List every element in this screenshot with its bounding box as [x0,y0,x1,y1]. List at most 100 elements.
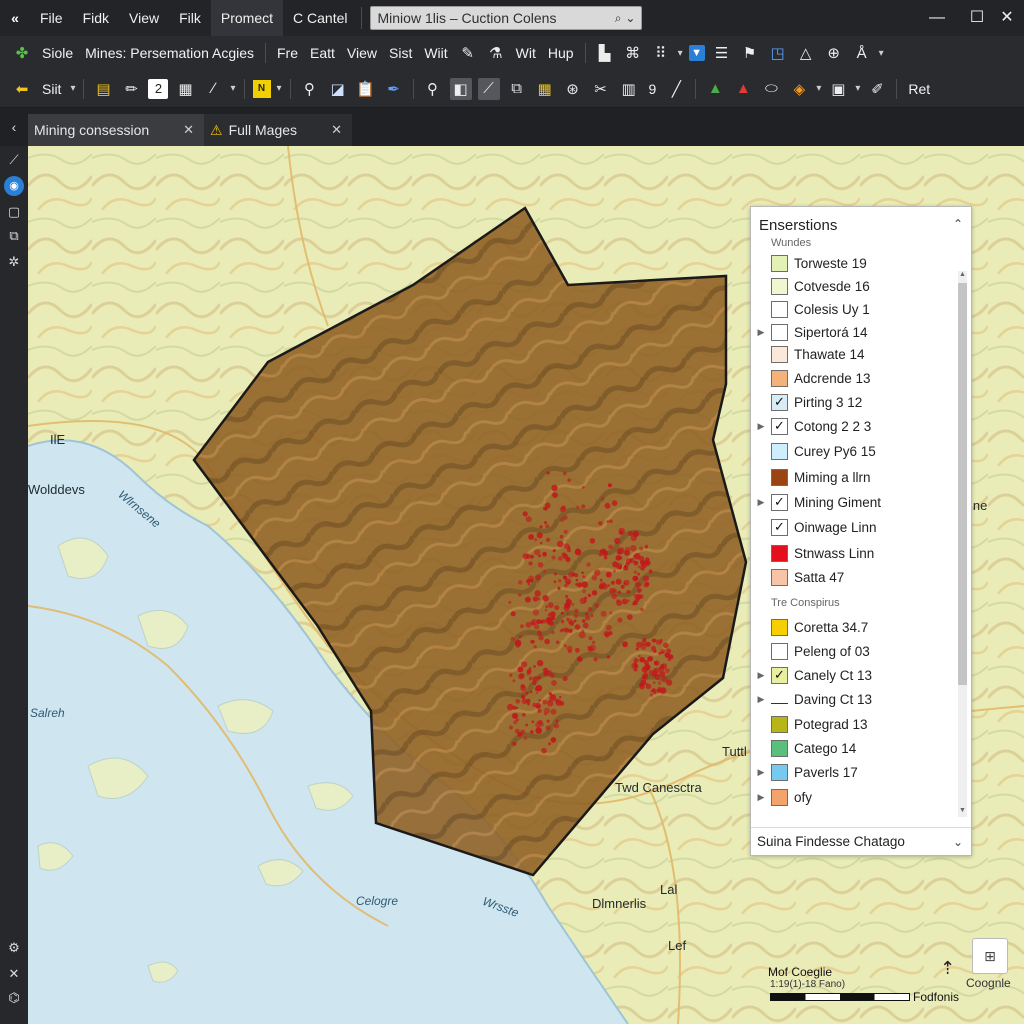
attributes-icon[interactable]: ⧉ [506,78,528,100]
chevron-down-icon[interactable]: ▾ [678,48,683,59]
zoom-control-icon[interactable]: ⊞ [972,938,1008,974]
scroll-thumb[interactable] [958,283,967,685]
settings-icon[interactable]: ✲ [4,252,24,272]
legend-item[interactable]: ▶ Daving Ct 13 [751,688,957,710]
close-tab-button[interactable]: ✕ [183,122,194,138]
measure-icon[interactable]: ⟋ [477,77,500,100]
mouse-icon[interactable]: ⬭ [760,78,782,100]
legend-item[interactable]: ▶ Sipertorá 14 [751,321,957,343]
legend-item[interactable]: Catego 14 [751,737,957,759]
menu-free[interactable]: Fre [277,45,298,61]
legend-item[interactable]: Peleng of 03 [751,640,957,662]
label-icon[interactable]: N [252,79,271,98]
legend-item[interactable]: ▶ ✓ Mining Giment [751,491,957,513]
scroll-up-icon[interactable]: ▲ [958,271,967,278]
menu-view[interactable]: View [119,0,169,36]
menu-help[interactable]: Hup [548,45,574,61]
color-swatch[interactable] [771,642,788,660]
checked-swatch-icon[interactable]: ✓ [771,666,788,684]
legend-item[interactable]: ▶ Paverls 17 [751,761,957,783]
legend-scrollbar[interactable]: ▲ ▼ [958,271,967,817]
puzzle-icon[interactable]: ✤ [11,42,33,64]
legend-item[interactable]: Torweste 19 [751,252,957,274]
chevron-down-icon[interactable]: ▾ [855,83,860,94]
legend-item[interactable]: Potegrad 13 [751,713,957,735]
expand-arrow-icon[interactable]: ▶ [751,670,771,681]
list-icon[interactable]: ☰ [711,42,733,64]
zoom-level[interactable]: 9 [649,81,657,97]
checked-swatch-icon[interactable]: ✓ [771,518,788,536]
chevron-down-icon[interactable]: ▾ [230,83,235,94]
back-arrow-icon[interactable]: ⬅ [11,78,33,100]
columns-icon[interactable]: ▥ [618,78,640,100]
menu-edit-2[interactable]: Eatt [310,45,335,61]
menu-sist[interactable]: Sist [389,45,412,61]
legend-item[interactable]: Satta 47 [751,566,957,588]
chevron-down-icon[interactable]: ▾ [816,83,821,94]
command-search-input[interactable]: Miniow 1lis – Cuction Colens ⌕ ⌄ [370,6,643,30]
chevron-left-icon[interactable]: ‹ [0,108,28,146]
legend-item[interactable]: ✓ Oinwage Linn [751,516,957,538]
chevron-down-icon[interactable]: ▾ [70,83,75,94]
color-swatch[interactable] [771,788,788,806]
color-swatch[interactable] [771,568,788,586]
color-swatch[interactable] [771,442,788,460]
pointer-icon[interactable]: ⟋ [4,150,24,170]
legend-item[interactable]: Stnwass Linn [751,542,957,564]
color-swatch[interactable] [771,739,788,757]
building-icon[interactable]: ▙ [594,42,616,64]
grid-icon[interactable]: ⠿ [650,42,672,64]
expand-arrow-icon[interactable]: ▶ [751,767,771,778]
close-button[interactable]: ✕ [984,0,1024,36]
green-triangle-icon[interactable]: ▲ [704,78,726,100]
text-style-icon[interactable]: Å [851,42,873,64]
close-tab-button[interactable]: ✕ [331,122,342,138]
legend-item[interactable]: Colesis Uy 1 [751,298,957,320]
legend-item[interactable]: Thawate 14 [751,343,957,365]
calendar-grid-icon[interactable]: ▦ [534,78,556,100]
frame-icon[interactable]: ▢ [4,202,24,222]
legend-item[interactable]: Cotvesde 16 [751,275,957,297]
flag-icon[interactable]: ⚑ [739,42,761,64]
select-icon[interactable]: ▼ [688,45,705,61]
line-tool-icon[interactable]: ╱ [665,78,687,100]
gear-icon[interactable]: ⚙ [4,938,24,958]
pencil-icon[interactable]: ✏ [120,78,142,100]
chevron-down-icon[interactable]: ⌄ [625,11,635,25]
menu-wiit[interactable]: Wiit [424,45,447,61]
legend-item[interactable]: Adcrende 13 [751,367,957,389]
menu-view-2[interactable]: View [347,45,377,61]
expand-arrow-icon[interactable]: ▶ [751,497,771,508]
print-icon[interactable]: ▣ [827,78,849,100]
color-swatch[interactable] [771,715,788,733]
menu-edit[interactable]: Fidk [73,0,119,36]
split-icon[interactable]: ✂ [590,78,612,100]
menu-cancel[interactable]: C Cantel [283,0,357,36]
expand-arrow-icon[interactable]: ▶ [751,694,771,705]
table-icon[interactable]: ▦ [174,78,196,100]
color-swatch[interactable] [771,345,788,363]
symbology-icon[interactable]: ◈ [788,78,810,100]
globe-icon[interactable]: ⊕ [823,42,845,64]
page-number[interactable]: 2 [148,78,169,99]
draw-icon[interactable]: ✐ [866,78,888,100]
legend-item[interactable]: ▶ ✓ Cotong 2 2 3 [751,415,957,437]
pin-icon[interactable]: ⚲ [299,78,321,100]
color-swatch[interactable] [771,763,788,781]
legend-panel[interactable]: Enserstions ⌃ Wundes Tre Conspirus Torwe… [750,206,972,856]
layers-icon[interactable]: ▤ [92,78,114,100]
expand-arrow-icon[interactable]: ▶ [751,421,771,432]
identify-icon[interactable]: ◧ [449,77,472,100]
close-icon[interactable]: ✕ [4,964,24,984]
refresh-button[interactable]: Ret [908,81,930,97]
color-swatch[interactable] [771,468,788,486]
expand-arrow-icon[interactable]: ▶ [751,327,771,338]
color-swatch[interactable] [771,369,788,387]
select-features-icon[interactable]: ◪ [327,78,349,100]
network-icon[interactable]: ⌘ [622,42,644,64]
app-menu-icon[interactable]: « [0,10,30,26]
select-tool-button[interactable]: Siit [42,81,61,97]
color-swatch[interactable] [771,323,788,341]
checked-swatch-icon[interactable]: ✓ [771,393,788,411]
edit-pen-icon[interactable]: ✒ [383,78,405,100]
